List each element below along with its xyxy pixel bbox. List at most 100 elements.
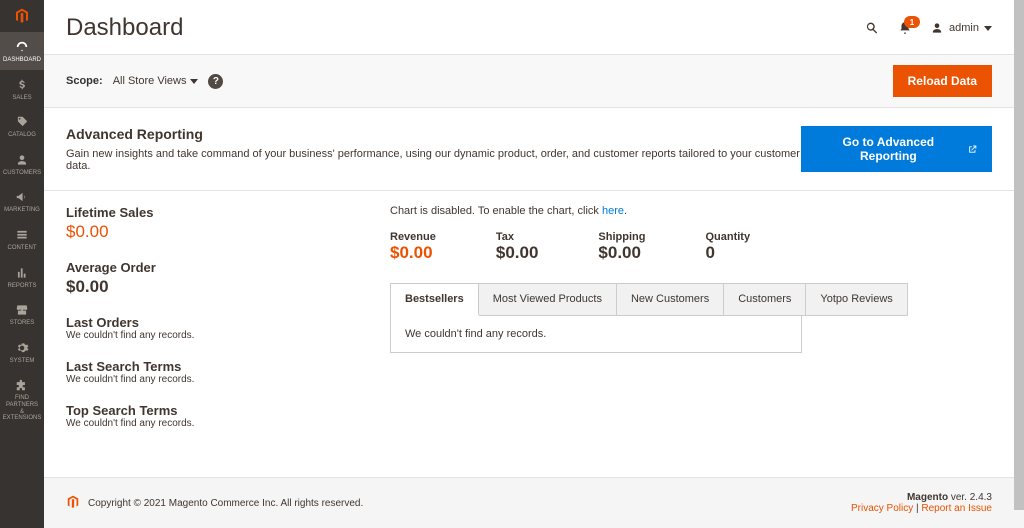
sidebar-item-label: MARKETING [4,207,40,214]
sidebar-item-dashboard[interactable]: DASHBOARD [0,32,44,70]
avg-order-label: Average Order [66,260,366,275]
enable-chart-link[interactable]: here [602,205,624,217]
advanced-reporting-desc: Gain new insights and take command of yo… [66,148,801,172]
sidebar-item-label: SYSTEM [10,358,35,365]
external-link-icon [967,144,978,155]
sidebar-item-label: DASHBOARD [3,57,41,64]
dollar-icon [15,78,29,92]
layers-icon [15,228,29,242]
search-icon [864,20,880,36]
tax-value: $0.00 [496,243,539,263]
bar-chart-icon [15,266,29,280]
advanced-reporting-section: Advanced Reporting Gain new insights and… [44,108,1014,191]
last-orders-title: Last Orders [66,315,366,330]
scope-value: All Store Views [113,75,187,87]
revenue-label: Revenue [390,231,436,243]
sidebar-item-catalog[interactable]: CATALOG [0,107,44,145]
metrics-row: Revenue $0.00 Tax $0.00 Shipping $0.00 Q… [390,231,992,263]
sidebar-item-reports[interactable]: REPORTS [0,258,44,296]
chart-disabled-message: Chart is disabled. To enable the chart, … [390,205,992,217]
sidebar-item-partners[interactable]: FIND PARTNERS & EXTENSIONS [0,370,44,427]
last-search-title: Last Search Terms [66,359,366,374]
scope-select[interactable]: All Store Views [113,75,199,87]
sidebar-item-stores[interactable]: STORES [0,295,44,333]
magento-logo-icon [14,8,30,24]
lifetime-sales-value: $0.00 [66,222,366,242]
tab-empty-message: We couldn't find any records. [405,328,546,340]
top-search-title: Top Search Terms [66,403,366,418]
vertical-scrollbar[interactable] [1014,0,1024,528]
sidebar-item-label: CUSTOMERS [3,170,41,177]
tab-customers[interactable]: Customers [724,284,806,315]
store-icon [15,303,29,317]
sidebar-item-label: CONTENT [8,245,37,252]
notifications-badge: 1 [904,16,920,28]
chevron-down-icon [984,26,992,31]
chart-msg-suffix: . [624,205,627,217]
tab-yotpo-reviews[interactable]: Yotpo Reviews [806,284,906,315]
sidebar-item-label: CATALOG [8,132,36,139]
user-icon [930,21,944,35]
shipping-value: $0.00 [598,243,645,263]
advanced-reporting-title: Advanced Reporting [66,126,801,142]
dashboard-icon [15,40,29,54]
dashboard-tabs: Bestsellers Most Viewed Products New Cus… [390,283,908,316]
search-button[interactable] [864,20,880,36]
brand-logo[interactable] [0,0,44,32]
tab-most-viewed[interactable]: Most Viewed Products [479,284,617,315]
person-icon [15,153,29,167]
sidebar-item-label: STORES [10,320,35,327]
scope-bar: Scope: All Store Views ? Reload Data [44,54,1014,108]
sidebar-item-label: REPORTS [8,283,37,290]
right-column: Chart is disabled. To enable the chart, … [390,205,992,447]
chevron-down-icon [190,79,198,84]
tab-new-customers[interactable]: New Customers [617,284,724,315]
avg-order-value: $0.00 [66,277,366,297]
magento-logo-icon [66,495,80,509]
notifications-button[interactable]: 1 [898,21,912,35]
lifetime-sales-label: Lifetime Sales [66,205,366,220]
sidebar-item-sales[interactable]: SALES [0,70,44,108]
footer-logo-icon [66,495,80,512]
user-name: admin [949,22,979,34]
last-orders-empty: We couldn't find any records. [66,330,366,341]
megaphone-icon [15,190,29,204]
page-title: Dashboard [66,14,183,42]
scope-help-button[interactable]: ? [208,74,223,89]
left-column: Lifetime Sales $0.00 Average Order $0.00… [66,205,366,447]
version-number: 2.4.3 [970,492,992,503]
shipping-label: Shipping [598,231,645,243]
version-prefix: ver. [948,492,970,503]
puzzle-icon [15,378,29,392]
tag-icon [15,115,29,129]
sidebar-item-content[interactable]: CONTENT [0,220,44,258]
scrollbar-thumb[interactable] [1014,0,1024,510]
go-advanced-reporting-button[interactable]: Go to Advanced Reporting [801,126,992,172]
dashboard-body: Lifetime Sales $0.00 Average Order $0.00… [44,191,1014,461]
tax-label: Tax [496,231,539,243]
main-content: Dashboard 1 admin Scope: All Store Views [44,0,1014,528]
sidebar-item-marketing[interactable]: MARKETING [0,182,44,220]
sidebar-item-system[interactable]: SYSTEM [0,333,44,371]
page-header: Dashboard 1 admin [44,0,1014,54]
sidebar-item-customers[interactable]: CUSTOMERS [0,145,44,183]
scope-label: Scope: [66,75,103,87]
tab-bestsellers[interactable]: Bestsellers [391,284,479,316]
button-label: Go to Advanced Reporting [815,135,961,163]
quantity-label: Quantity [705,231,750,243]
gear-icon [15,341,29,355]
quantity-value: 0 [705,243,750,263]
page-footer: Copyright © 2021 Magento Commerce Inc. A… [44,477,1014,528]
top-search-empty: We couldn't find any records. [66,418,366,429]
privacy-policy-link[interactable]: Privacy Policy [851,503,913,514]
sidebar-item-label: FIND PARTNERS & EXTENSIONS [0,395,44,421]
report-issue-link[interactable]: Report an Issue [921,503,992,514]
last-search-empty: We couldn't find any records. [66,374,366,385]
chart-msg-prefix: Chart is disabled. To enable the chart, … [390,205,602,217]
reload-data-button[interactable]: Reload Data [893,65,992,97]
footer-brand: Magento [907,492,948,503]
tab-content: We couldn't find any records. [390,316,802,353]
sidebar-nav: DASHBOARD SALES CATALOG CUSTOMERS MARKET… [0,0,44,528]
user-menu[interactable]: admin [930,21,992,35]
header-actions: 1 admin [864,20,992,36]
